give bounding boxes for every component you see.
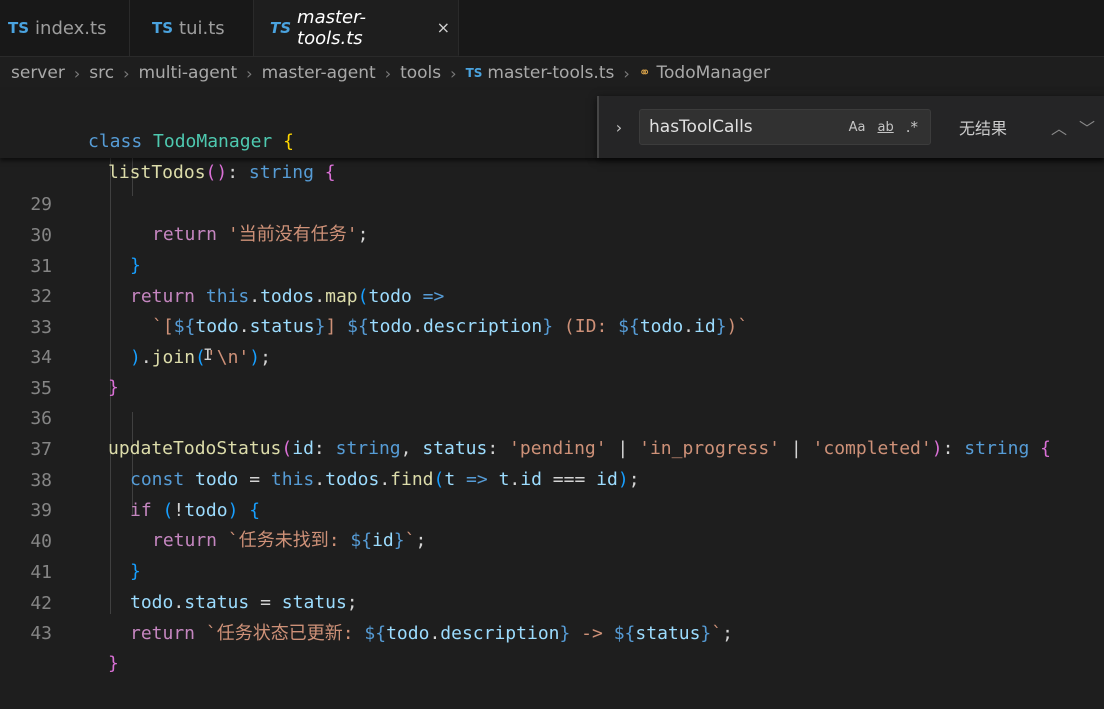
chevron-right-icon: › [384,63,392,83]
code-line: 37 const todo = this.todos.find(t => t.i… [0,405,639,490]
code-line: 36 updateTodoStatus(id: string, status: … [0,374,1051,459]
code-line: class TodoManager { [88,131,294,152]
code-line: 38 if (!todo) { [0,436,260,521]
whole-word-icon[interactable]: ab [878,120,894,135]
chevron-right-icon: › [623,63,630,83]
typescript-file-icon: TS [8,19,30,37]
code-line: 39 return `任务未找到: ${id}`; [0,466,426,551]
find-widget: › hasToolCalls Aa ab .* 无结果 ︿ ﹀ [597,96,1104,158]
breadcrumb-item[interactable]: master-agent [262,63,376,83]
typescript-file-icon: TS [465,66,483,80]
next-match-icon[interactable]: ﹀ [1079,115,1095,139]
breadcrumb-item[interactable]: tools [400,63,441,83]
text-cursor-icon: I [203,345,213,364]
string-literal: 'pending' [509,438,607,459]
find-result-status: 无结果 [959,119,1008,138]
tab-label: index.ts [35,17,107,39]
code-line: 40 } [0,497,141,582]
tab-index-ts[interactable]: TS index.ts [0,0,130,56]
chevron-right-icon: › [123,63,130,83]
breadcrumb: server › src › multi-agent › master-agen… [0,56,1104,90]
string-literal: `任务状态已更新: [205,623,365,644]
code-line: 43 } [0,589,119,674]
code-line: 33 ).join('\n'); [0,283,271,368]
close-icon[interactable]: × [437,18,450,37]
tab-label: tui.ts [179,17,225,39]
previous-match-icon[interactable]: ︿ [1051,115,1067,139]
breadcrumb-symbol[interactable]: TodoManager [657,63,771,83]
regex-icon[interactable]: .* [906,118,918,136]
breadcrumb-file[interactable]: master-tools.ts [487,63,614,83]
tab-tui-ts[interactable]: TS tui.ts [130,0,254,56]
code-line: listTodos(): string { [108,162,336,183]
find-query[interactable]: hasToolCalls [649,117,849,137]
string-literal: '当前没有任务' [227,224,358,245]
code-line: 32 `[${todo.status}] ${todo.description}… [0,252,748,337]
string-literal: `任务未找到: [227,530,351,551]
match-case-icon[interactable]: Aa [849,120,866,135]
typescript-file-icon: TS [270,18,292,37]
breadcrumb-item[interactable]: src [89,63,114,83]
find-input[interactable]: hasToolCalls Aa ab .* [639,109,931,145]
tab-bar: TS index.ts TS tui.ts TS master-tools.ts… [0,0,1104,57]
symbol-class-icon: ⚭ [638,65,651,81]
code-line: 41 todo.status = status; [0,528,357,613]
chevron-right-icon: › [73,63,81,83]
chevron-right-icon: › [450,63,457,83]
string-literal: 'in_progress' [639,438,780,459]
typescript-file-icon: TS [152,19,174,37]
tab-label: master-tools.ts [297,6,367,49]
code-editor[interactable]: class TodoManager { listTodos(): string … [0,90,1104,674]
code-line: 42 return `任务状态已更新: ${todo.description} … [0,559,733,644]
breadcrumb-item[interactable]: server [11,63,65,83]
chevron-right-icon: › [246,63,253,83]
code-line: 35 [0,344,52,399]
toggle-replace-chevron-icon[interactable]: › [599,118,639,137]
line-number: 43 [30,623,52,644]
code-line: 31 return this.todos.map(todo => [0,222,444,307]
string-literal: 'completed' [812,438,932,459]
breadcrumb-item[interactable]: multi-agent [138,63,237,83]
code-line: 34 } [0,313,119,398]
tab-master-tools-ts[interactable]: TS master-tools.ts × [254,0,459,56]
